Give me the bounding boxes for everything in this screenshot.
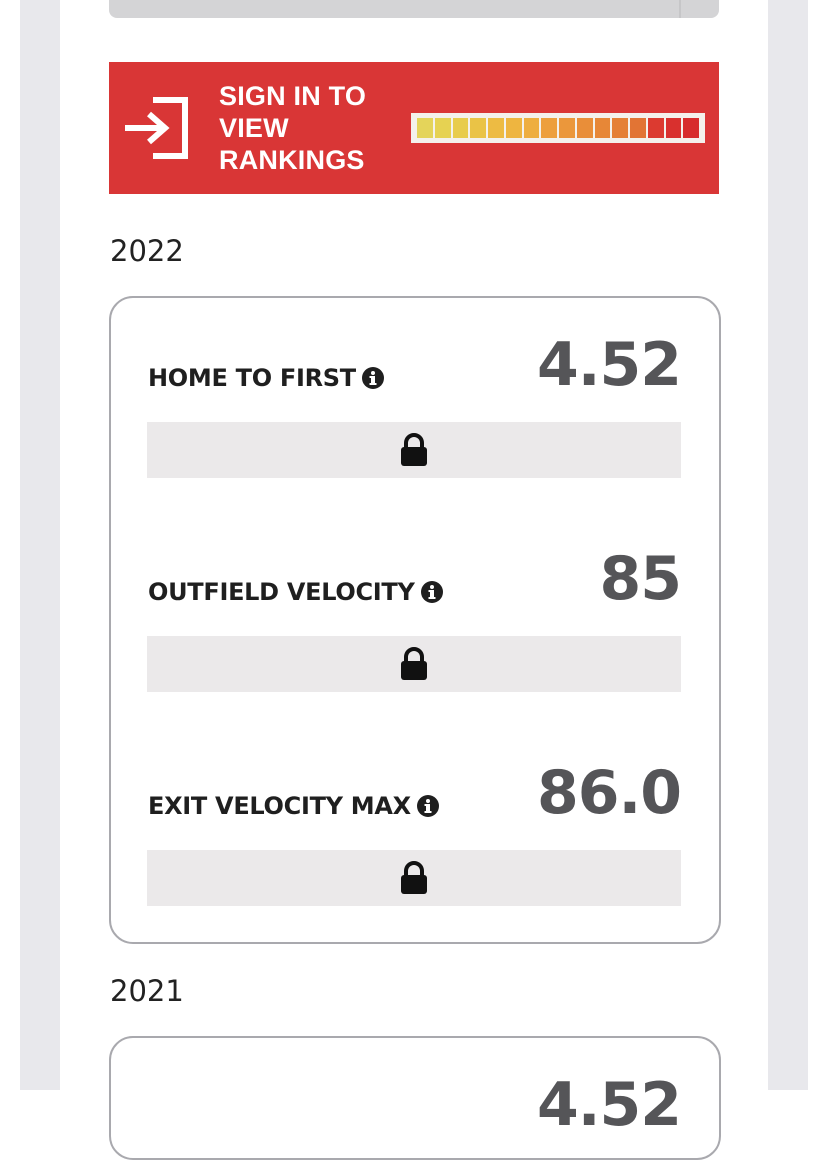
rank-scale-segment: [417, 118, 433, 138]
stat-label-text: OUTFIELD VELOCITY: [148, 578, 415, 606]
page-margin-left: [0, 0, 20, 1090]
stat-value-exit-velocity-max: 86.0: [536, 758, 682, 828]
previous-section-bar: [109, 0, 719, 18]
info-icon[interactable]: [420, 581, 443, 603]
stat-value-home-to-first: 4.52: [536, 330, 682, 400]
rank-scale-segment: [541, 118, 557, 138]
stat-label-outfield-velocity: OUTFIELD VELOCITY: [148, 578, 443, 606]
page-gutter-right: [768, 0, 808, 1090]
rank-scale-segment: [488, 118, 504, 138]
stat-value-home-to-first: 4.52: [536, 1070, 682, 1140]
rank-scale-segment: [523, 118, 540, 138]
lock-icon: [401, 647, 427, 680]
info-icon[interactable]: [416, 795, 439, 817]
stats-card: 4.52: [109, 1036, 721, 1160]
rank-scale-segment: [470, 118, 486, 138]
stat-value-outfield-velocity: 85: [599, 544, 682, 614]
rank-scale-segment: [683, 118, 699, 138]
stat-label-exit-velocity-max: EXIT VELOCITY MAX: [148, 792, 439, 820]
rank-scale-segment: [576, 118, 593, 138]
rank-scale-segment: [505, 118, 522, 138]
stat-label-text: HOME TO FIRST: [148, 364, 356, 392]
rank-scale-segment: [665, 118, 682, 138]
sign-in-icon: [125, 97, 188, 159]
bar-divider: [679, 0, 681, 18]
lock-icon: [401, 861, 427, 894]
page-margin-right: [808, 0, 828, 1090]
locked-ranking-bar[interactable]: [147, 422, 681, 478]
year-heading: 2021: [110, 974, 184, 1008]
lock-icon: [401, 433, 427, 466]
page-gutter-left: [20, 0, 60, 1090]
rank-scale-segment: [559, 118, 575, 138]
locked-ranking-bar[interactable]: [147, 850, 681, 906]
info-icon[interactable]: [361, 367, 384, 389]
sign-in-banner[interactable]: SIGN IN TO VIEW RANKINGS: [109, 62, 719, 194]
rank-scale-segment: [434, 118, 451, 138]
rank-scale-segment: [594, 118, 611, 138]
locked-ranking-bar[interactable]: [147, 636, 681, 692]
rank-scale-bar: [411, 113, 705, 143]
rank-scale-segment: [647, 118, 664, 138]
stat-label-home-to-first: HOME TO FIRST: [148, 364, 384, 392]
stat-label-text: EXIT VELOCITY MAX: [148, 792, 411, 820]
sign-in-label: SIGN IN TO VIEW RANKINGS: [219, 81, 367, 175]
rank-scale-segment: [630, 118, 646, 138]
rank-scale-segment: [612, 118, 628, 138]
rank-scale-segment: [452, 118, 469, 138]
year-heading: 2022: [110, 234, 184, 268]
stats-card: HOME TO FIRST 4.52 OUTFIELD VELOCITY 85: [109, 296, 721, 944]
